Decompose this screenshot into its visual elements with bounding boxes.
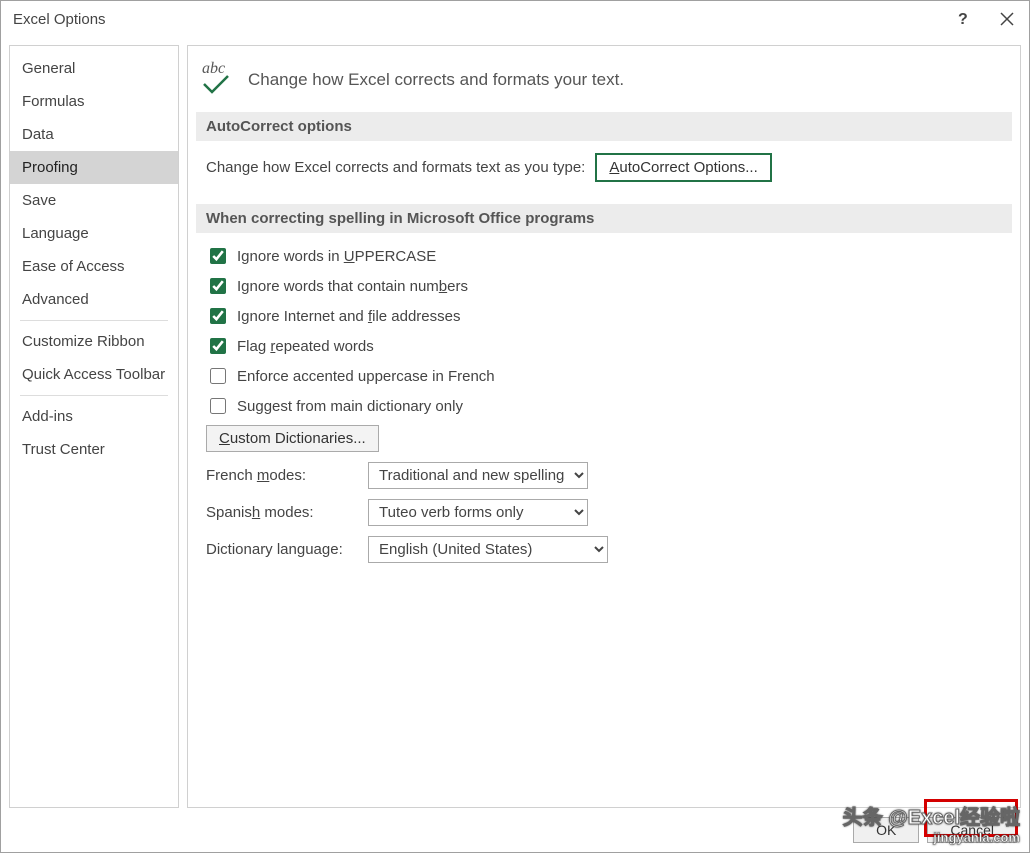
sidebar-item-advanced[interactable]: Advanced	[10, 283, 178, 316]
sidebar-item-proofing[interactable]: Proofing	[10, 151, 178, 184]
sidebar-item-save[interactable]: Save	[10, 184, 178, 217]
autocorrect-options-button[interactable]: AutoCorrect Options...	[595, 153, 771, 182]
check-suggest-main-dict[interactable]: Suggest from main dictionary only	[206, 395, 1002, 417]
section-spelling-title: When correcting spelling in Microsoft Of…	[196, 204, 1012, 233]
dictionary-language-select[interactable]: English (United States)	[368, 536, 608, 563]
watermark: 头条 @Excel经验啦 jingyanla.com	[843, 801, 1020, 845]
main-panel: abc Change how Excel corrects and format…	[187, 45, 1021, 808]
spanish-modes-select[interactable]: Tuteo verb forms only	[368, 499, 588, 526]
sidebar-item-ease-of-access[interactable]: Ease of Access	[10, 250, 178, 283]
help-button[interactable]: ?	[941, 1, 985, 37]
window-title: Excel Options	[13, 11, 106, 28]
check-ignore-internet[interactable]: Ignore Internet and file addresses	[206, 305, 1002, 327]
check-ignore-uppercase-box[interactable]	[210, 248, 226, 264]
sidebar-item-formulas[interactable]: Formulas	[10, 85, 178, 118]
custom-dictionaries-button[interactable]: Custom Dictionaries...	[206, 425, 379, 452]
check-enforce-french-box[interactable]	[210, 368, 226, 384]
hero: abc Change how Excel corrects and format…	[196, 56, 1012, 112]
check-enforce-french[interactable]: Enforce accented uppercase in French	[206, 365, 1002, 387]
proofing-icon: abc	[200, 62, 236, 98]
check-ignore-internet-box[interactable]	[210, 308, 226, 324]
excel-options-dialog: Excel Options ? General Formulas Data Pr…	[0, 0, 1030, 853]
sidebar-item-quick-access-toolbar[interactable]: Quick Access Toolbar	[10, 358, 178, 391]
check-ignore-uppercase[interactable]: Ignore words in UPPERCASE	[206, 245, 1002, 267]
check-ignore-numbers-box[interactable]	[210, 278, 226, 294]
check-flag-repeated-box[interactable]	[210, 338, 226, 354]
hero-text: Change how Excel corrects and formats yo…	[248, 70, 624, 90]
titlebar: Excel Options ?	[1, 1, 1029, 37]
check-suggest-main-dict-box[interactable]	[210, 398, 226, 414]
check-flag-repeated[interactable]: Flag repeated words	[206, 335, 1002, 357]
close-button[interactable]	[985, 1, 1029, 37]
french-modes-label: French modes:	[206, 467, 356, 484]
spanish-modes-label: Spanish modes:	[206, 504, 356, 521]
sidebar-item-trust-center[interactable]: Trust Center	[10, 433, 178, 466]
sidebar-item-add-ins[interactable]: Add-ins	[10, 400, 178, 433]
sidebar-item-customize-ribbon[interactable]: Customize Ribbon	[10, 325, 178, 358]
check-ignore-numbers[interactable]: Ignore words that contain numbers	[206, 275, 1002, 297]
sidebar-item-data[interactable]: Data	[10, 118, 178, 151]
sidebar-item-general[interactable]: General	[10, 52, 178, 85]
dictionary-language-label: Dictionary language:	[206, 541, 356, 558]
french-modes-select[interactable]: Traditional and new spellings	[368, 462, 588, 489]
section-autocorrect-title: AutoCorrect options	[196, 112, 1012, 141]
svg-text:?: ?	[958, 11, 968, 28]
sidebar-item-language[interactable]: Language	[10, 217, 178, 250]
autocorrect-label: Change how Excel corrects and formats te…	[206, 159, 585, 176]
sidebar: General Formulas Data Proofing Save Lang…	[9, 45, 179, 808]
